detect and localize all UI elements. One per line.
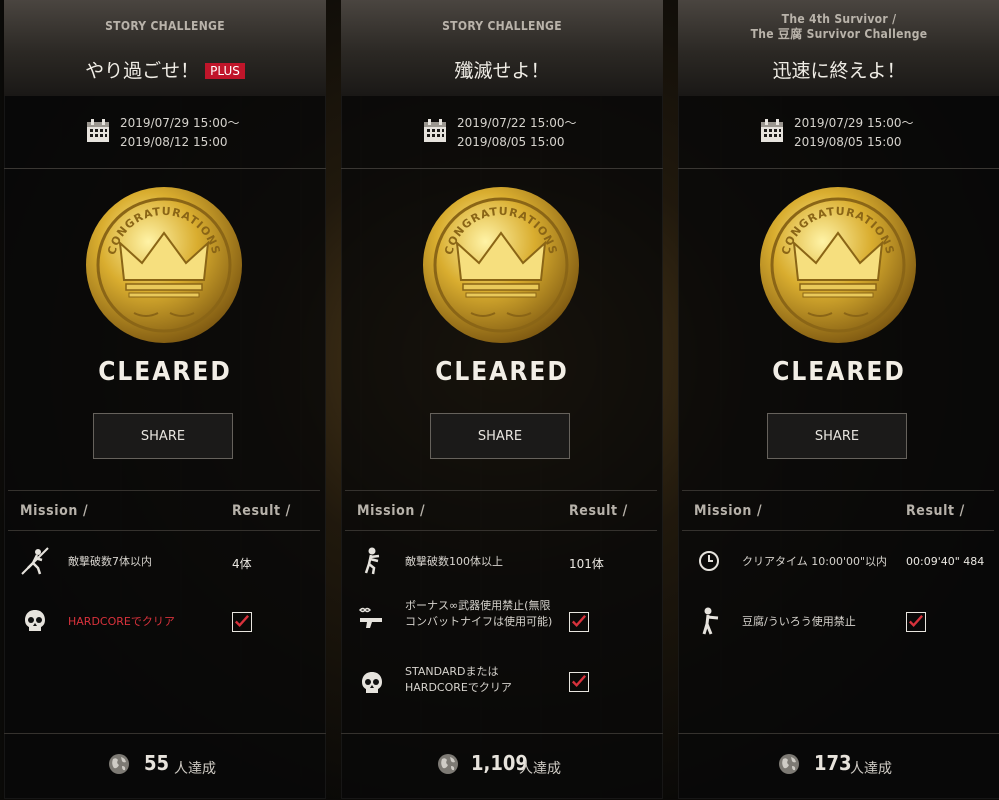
mission-header: Mission / xyxy=(357,503,426,519)
achiever-count: 55 xyxy=(144,751,170,775)
checkmark-icon xyxy=(571,675,586,687)
challenge-panel: STORY CHALLENGE やり過ごせ！ PLUS 2019/07/29 15… xyxy=(4,0,326,799)
panel-subtitle-line: The 豆腐 Survivor Challenge xyxy=(750,27,928,41)
date-range: 2019/07/22 15:00〜 2019/08/05 15:00 xyxy=(341,96,663,169)
mission-header: Mission / xyxy=(694,503,763,519)
panel-subtitle-line: The 4th Survivor / xyxy=(781,12,897,26)
panel-subtitle: The 4th Survivor / The 豆腐 Survivor Chall… xyxy=(678,12,999,42)
mission-result: 4体 xyxy=(232,557,252,571)
share-button[interactable]: SHARE xyxy=(767,413,907,459)
calendar-icon xyxy=(761,119,783,142)
achiever-unit: 人達成 xyxy=(850,761,892,777)
globe-icon xyxy=(779,754,799,774)
date-start: 2019/07/22 15:00〜 xyxy=(457,116,577,130)
plus-badge: PLUS xyxy=(205,63,245,79)
divider xyxy=(682,530,994,531)
mission-text: クリアタイム 10:00'00"以内 xyxy=(742,555,888,568)
achiever-count: 173 xyxy=(814,751,852,775)
achiever-unit: 人達成 xyxy=(174,761,216,777)
mission-text: 豆腐/ういろう使用禁止 xyxy=(742,615,856,628)
cleared-label: CLEARED xyxy=(98,357,232,387)
panel-title: 迅速に終えよ！ xyxy=(678,56,999,83)
challenge-panel: STORY CHALLENGE 殲滅せよ！ 2019/07/22 15:00〜 … xyxy=(341,0,663,799)
result-header: Result / xyxy=(906,503,965,519)
panel-header: STORY CHALLENGE やり過ごせ！ PLUS xyxy=(4,0,326,96)
date-range: 2019/07/29 15:00〜 2019/08/05 15:00 xyxy=(678,96,999,169)
calendar-icon xyxy=(424,119,446,142)
mission-header: Mission / xyxy=(20,503,89,519)
skull-icon xyxy=(362,672,382,693)
zombie-icon xyxy=(364,547,380,575)
result-checkbox xyxy=(906,612,926,632)
congratulations-coin: CONGRATURATIONS xyxy=(423,187,579,343)
globe-icon xyxy=(109,754,129,774)
date-end: 2019/08/05 15:00 xyxy=(794,135,902,149)
result-checkbox xyxy=(232,612,252,632)
clock-icon xyxy=(699,551,719,571)
skull-icon xyxy=(25,610,45,631)
result-header: Result / xyxy=(232,503,291,519)
mission-result: 101体 xyxy=(569,557,604,571)
panel-subtitle: STORY CHALLENGE xyxy=(105,19,225,33)
result-checkbox xyxy=(569,612,589,632)
cleared-label: CLEARED xyxy=(772,357,906,387)
panel-subtitle: STORY CHALLENGE xyxy=(442,19,562,33)
achiever-unit: 人達成 xyxy=(519,761,561,777)
mission-text: HARDCOREでクリア xyxy=(68,615,175,628)
achievement-footer: 1,109 人達成 xyxy=(341,733,663,800)
challenge-panel: The 4th Survivor / The 豆腐 Survivor Chall… xyxy=(678,0,999,799)
mission-text: STANDARDまたはHARDCOREでクリア xyxy=(405,665,512,694)
mission-text: ボーナス∞武器使用禁止(無限コンバットナイフは使用可能) xyxy=(405,599,553,628)
achievement-footer: 55 人達成 xyxy=(4,733,326,800)
panel-title-text: 殲滅せよ！ xyxy=(454,60,550,82)
congratulations-coin: CONGRATURATIONS xyxy=(86,187,242,343)
result-checkbox xyxy=(569,672,589,692)
date-start: 2019/07/29 15:00〜 xyxy=(120,116,240,130)
cleared-label: CLEARED xyxy=(435,357,569,387)
date-range: 2019/07/29 15:00〜 2019/08/12 15:00 xyxy=(4,96,326,169)
panel-header: The 4th Survivor / The 豆腐 Survivor Chall… xyxy=(678,0,999,96)
checkmark-icon xyxy=(234,615,249,627)
running-enemy-icon xyxy=(21,547,49,575)
divider xyxy=(345,530,657,531)
panel-title-text: やり過ごせ！ xyxy=(85,60,200,82)
divider xyxy=(8,490,320,491)
infinite-gun-icon xyxy=(358,607,382,628)
achievement-footer: 173 人達成 xyxy=(678,733,999,800)
congratulations-coin: CONGRATURATIONS xyxy=(760,187,916,343)
divider xyxy=(682,490,994,491)
panel-title: やり過ごせ！ PLUS xyxy=(4,56,326,83)
divider xyxy=(345,490,657,491)
globe-icon xyxy=(438,754,458,774)
date-start: 2019/07/29 15:00〜 xyxy=(794,116,914,130)
checkmark-icon xyxy=(908,615,923,627)
panel-header: STORY CHALLENGE 殲滅せよ！ xyxy=(341,0,663,96)
share-button[interactable]: SHARE xyxy=(93,413,233,459)
date-end: 2019/08/12 15:00 xyxy=(120,135,228,149)
checkmark-icon xyxy=(571,615,586,627)
result-header: Result / xyxy=(569,503,628,519)
mission-result: 00:09'40" 484 xyxy=(906,555,985,568)
panel-title: 殲滅せよ！ xyxy=(341,56,663,83)
calendar-icon xyxy=(87,119,109,142)
share-button[interactable]: SHARE xyxy=(430,413,570,459)
soldier-icon xyxy=(702,607,719,635)
mission-text: 敵撃破数7体以内 xyxy=(68,555,152,568)
panel-title-text: 迅速に終えよ！ xyxy=(772,60,906,82)
mission-text: 敵撃破数100体以上 xyxy=(405,555,503,568)
divider xyxy=(8,530,320,531)
date-end: 2019/08/05 15:00 xyxy=(457,135,565,149)
